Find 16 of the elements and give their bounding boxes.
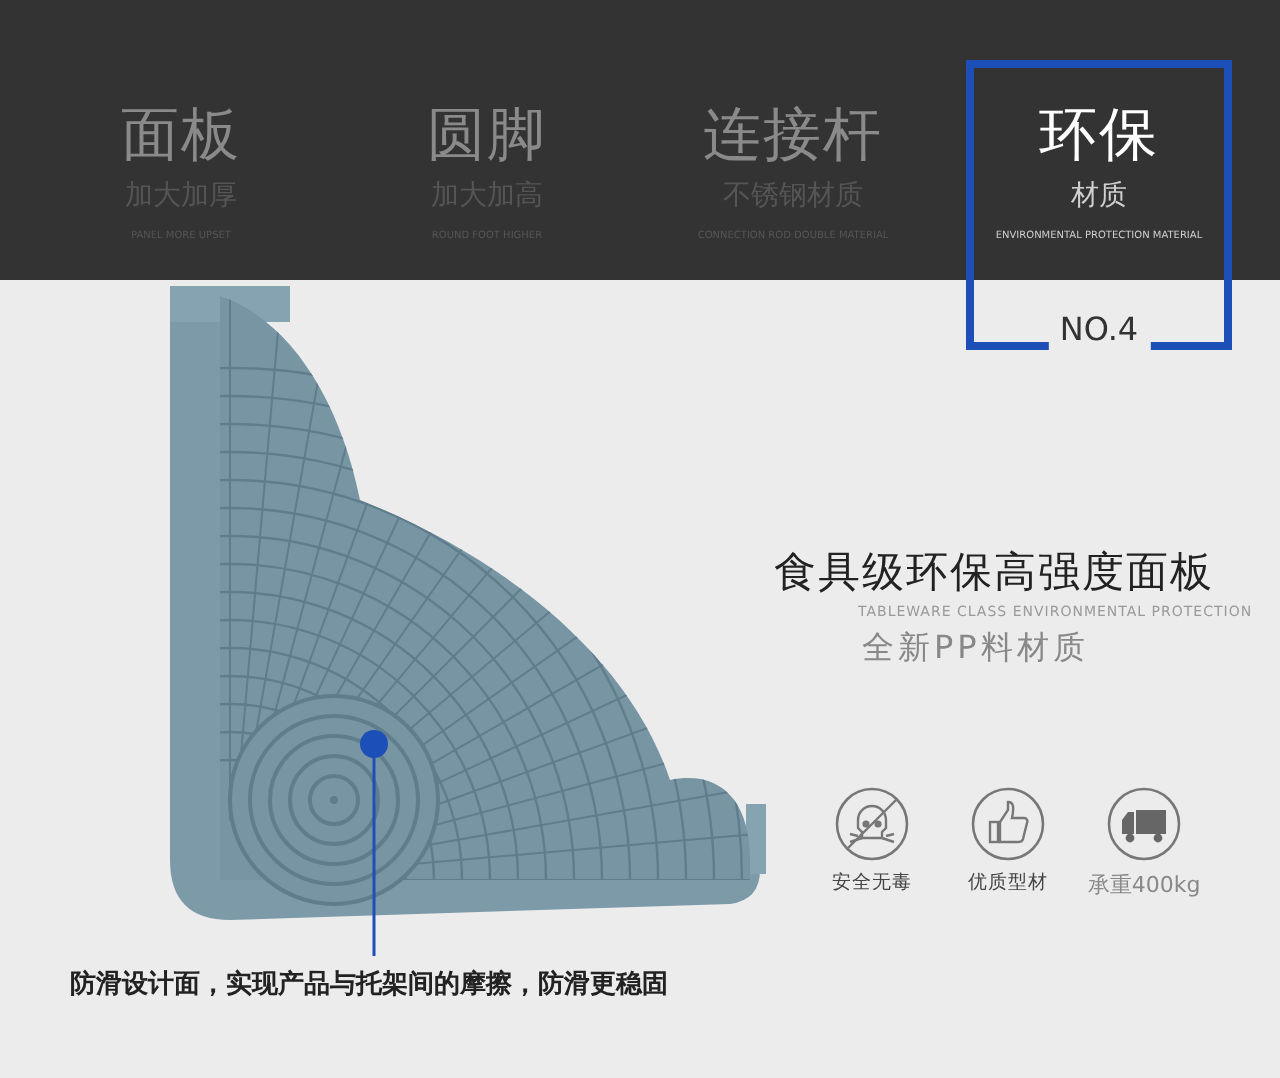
tab-title: 圆脚	[427, 100, 547, 168]
tab-subtitle: 材质	[1071, 178, 1127, 216]
thumbs-up-icon	[970, 786, 1046, 862]
badge-label: 承重400kg	[1087, 870, 1201, 900]
callout-caption: 防滑设计面，实现产品与托架间的摩擦，防滑更稳固	[70, 967, 670, 1002]
feature-subtitle: 全新PP料材质	[862, 628, 1091, 670]
tab-title: 面板	[121, 100, 241, 168]
feature-title: 食具级环保高强度面板	[774, 546, 1216, 600]
tab-title: 连接杆	[703, 100, 883, 168]
crossed-skull-icon	[834, 786, 910, 862]
badge-label: 优质型材	[968, 870, 1048, 896]
tab-number: NO.4	[1047, 310, 1151, 350]
badge-label: 安全无毒	[832, 870, 912, 896]
callout-dot	[360, 730, 388, 758]
truck-icon	[1106, 786, 1182, 862]
tab-title: 环保	[1039, 100, 1159, 168]
